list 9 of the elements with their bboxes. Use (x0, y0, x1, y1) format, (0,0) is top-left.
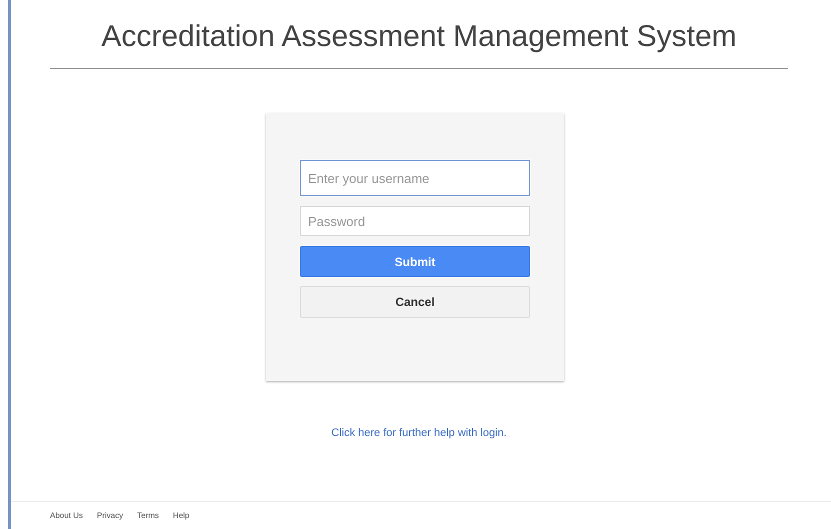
help-link[interactable]: Click here for further help with login. (331, 427, 507, 439)
username-field[interactable]: Enter your username (300, 160, 530, 196)
footer-link[interactable]: Help (172, 511, 190, 520)
page-title: Accreditation Assessment Management System (101, 19, 737, 55)
footer-link[interactable]: Terms (137, 511, 159, 520)
footer-link[interactable]: Privacy (96, 511, 124, 520)
password-field[interactable]: Password (300, 206, 530, 236)
footer-link[interactable]: About Us (50, 511, 83, 520)
cancel-button[interactable]: Cancel (300, 286, 530, 318)
